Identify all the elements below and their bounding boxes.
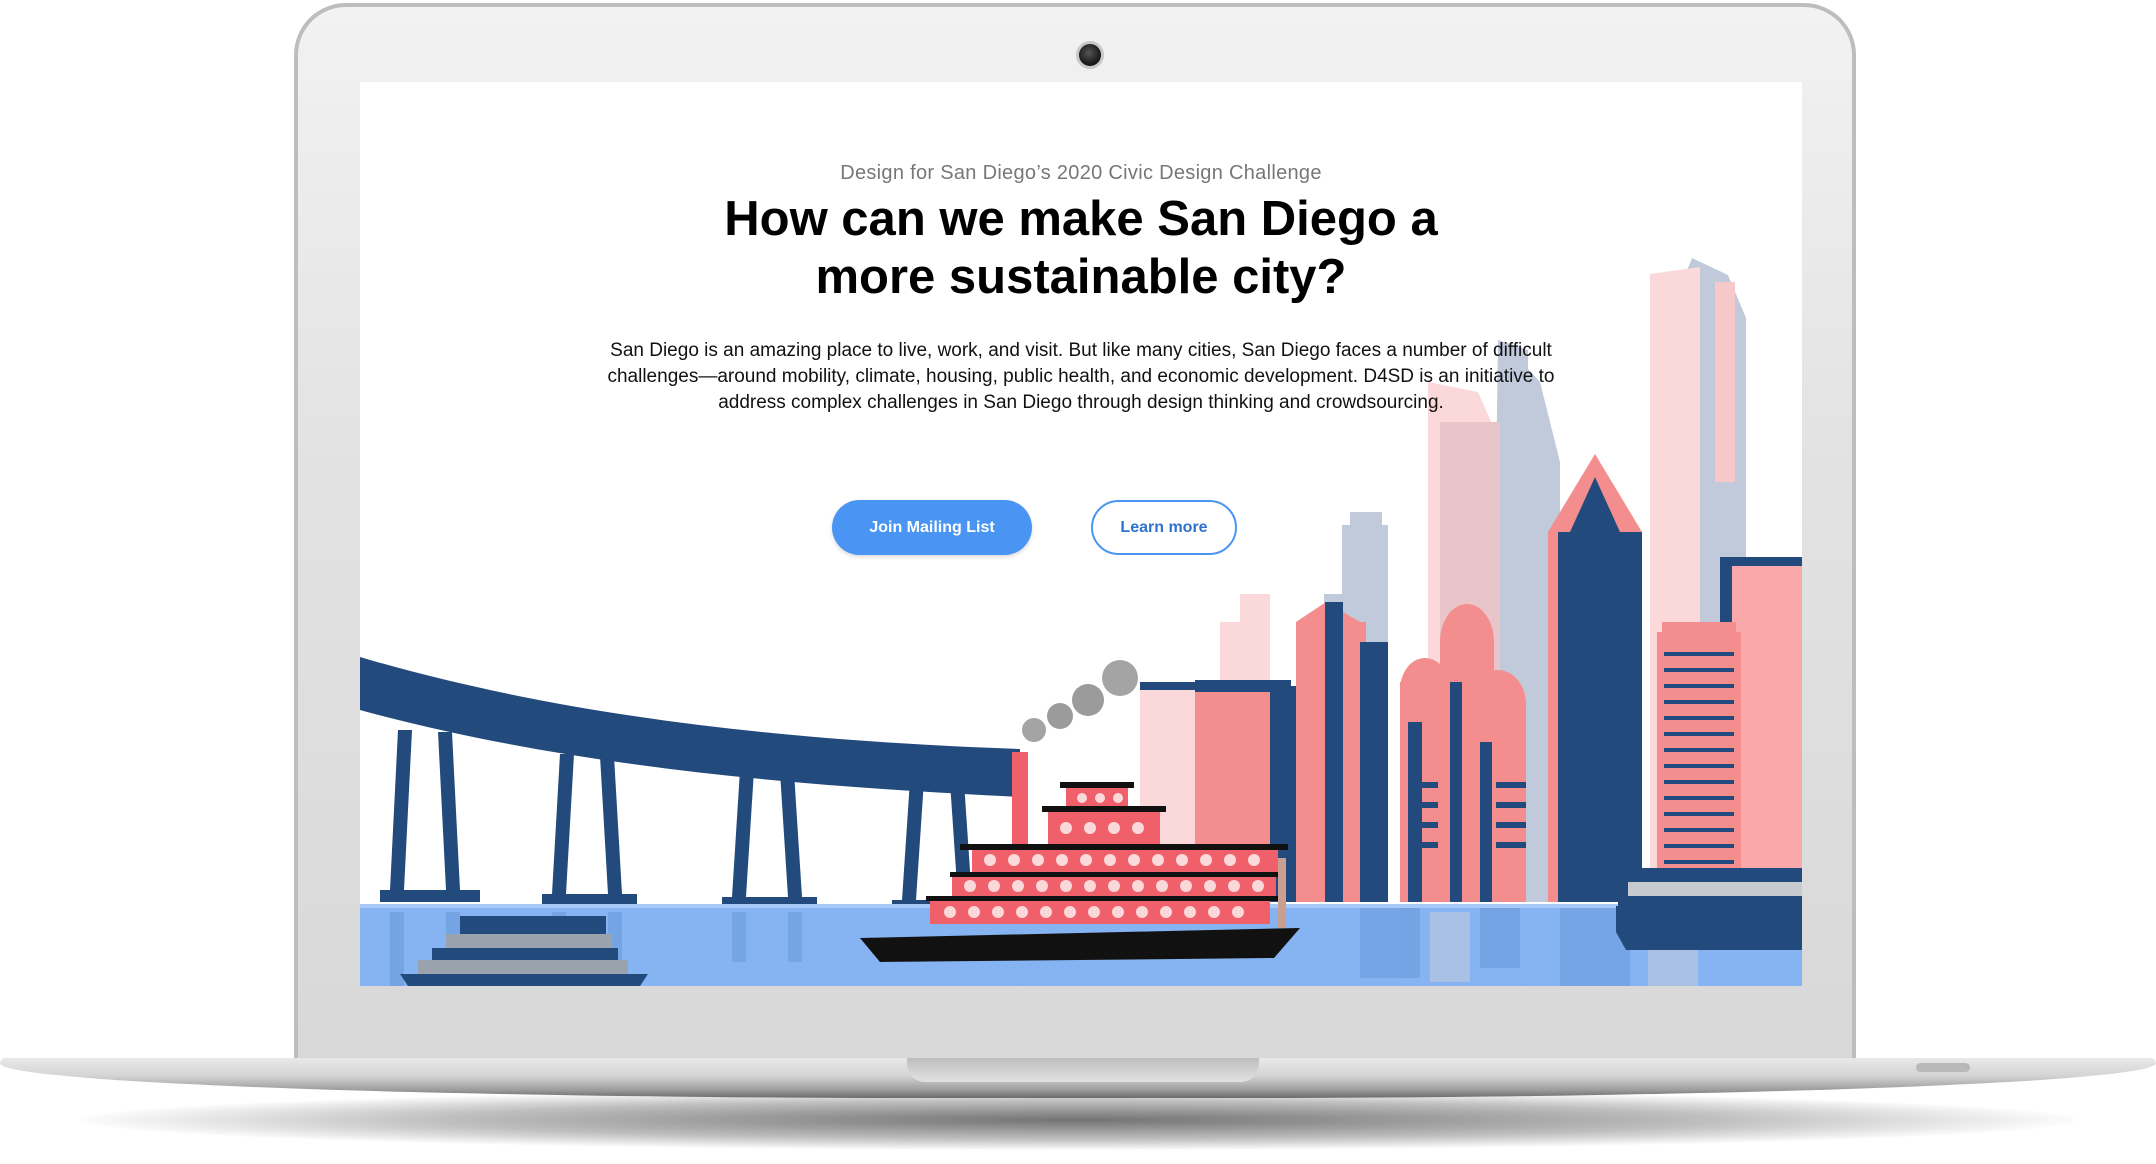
challenge-eyebrow: Design for San Diego’s 2020 Civic Design… [840, 162, 1322, 184]
intro-paragraph: San Diego is an amazing place to live, w… [607, 340, 1555, 413]
laptop-notch [907, 1058, 1259, 1082]
power-indicator [1916, 1063, 1970, 1072]
camera-icon [1076, 41, 1104, 69]
screen: Design for San Diego’s 2020 Civic Design… [360, 82, 1802, 986]
coronado-bridge [360, 657, 1020, 912]
laptop-shadow [80, 1090, 2076, 1150]
right-boat [1616, 868, 1802, 950]
learn-more-button[interactable]: Learn more [1091, 500, 1237, 555]
page-title: How can we make San Diego a more sustain… [631, 190, 1531, 306]
join-mailing-list-button[interactable]: Join Mailing List [832, 500, 1032, 555]
headline-line-1: How can we make San Diego a [724, 192, 1438, 246]
headline-line-2: more sustainable city? [815, 250, 1347, 304]
